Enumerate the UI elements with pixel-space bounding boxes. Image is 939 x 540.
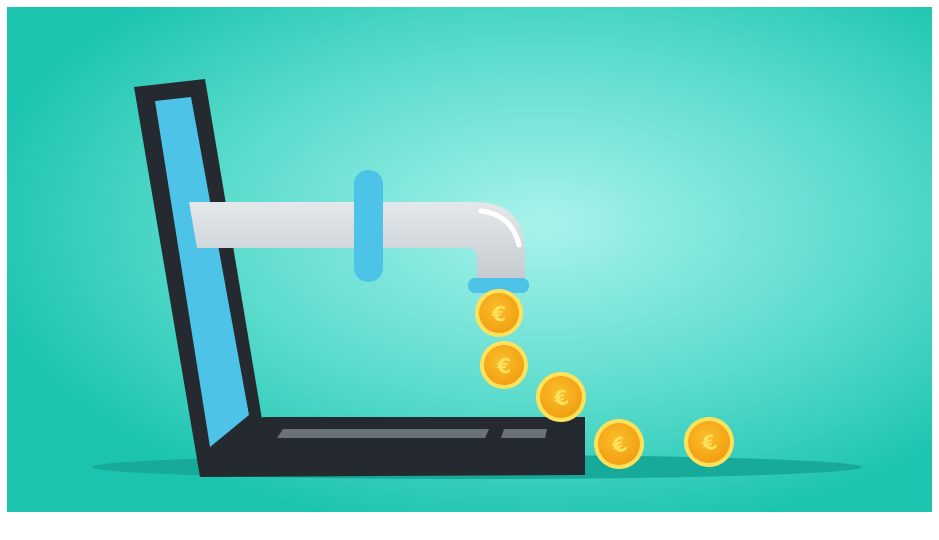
coin-4: €	[594, 419, 644, 469]
coin-5: €	[684, 417, 734, 467]
coin-2-symbol: €	[496, 354, 511, 378]
image-frame: € € € € €	[0, 0, 939, 540]
keyboard-key-right	[501, 429, 547, 438]
keyboard-key-left	[277, 429, 489, 438]
coin-2: €	[480, 341, 528, 389]
coin-1: €	[475, 289, 523, 337]
illustration-scene: € € € € €	[7, 7, 932, 512]
laptop-base	[200, 417, 585, 477]
laptop-faucet-coins-illustration: € € € € €	[7, 7, 932, 512]
coin-3: €	[536, 372, 586, 422]
faucet-band	[354, 170, 383, 282]
coin-1-symbol: €	[491, 302, 506, 326]
